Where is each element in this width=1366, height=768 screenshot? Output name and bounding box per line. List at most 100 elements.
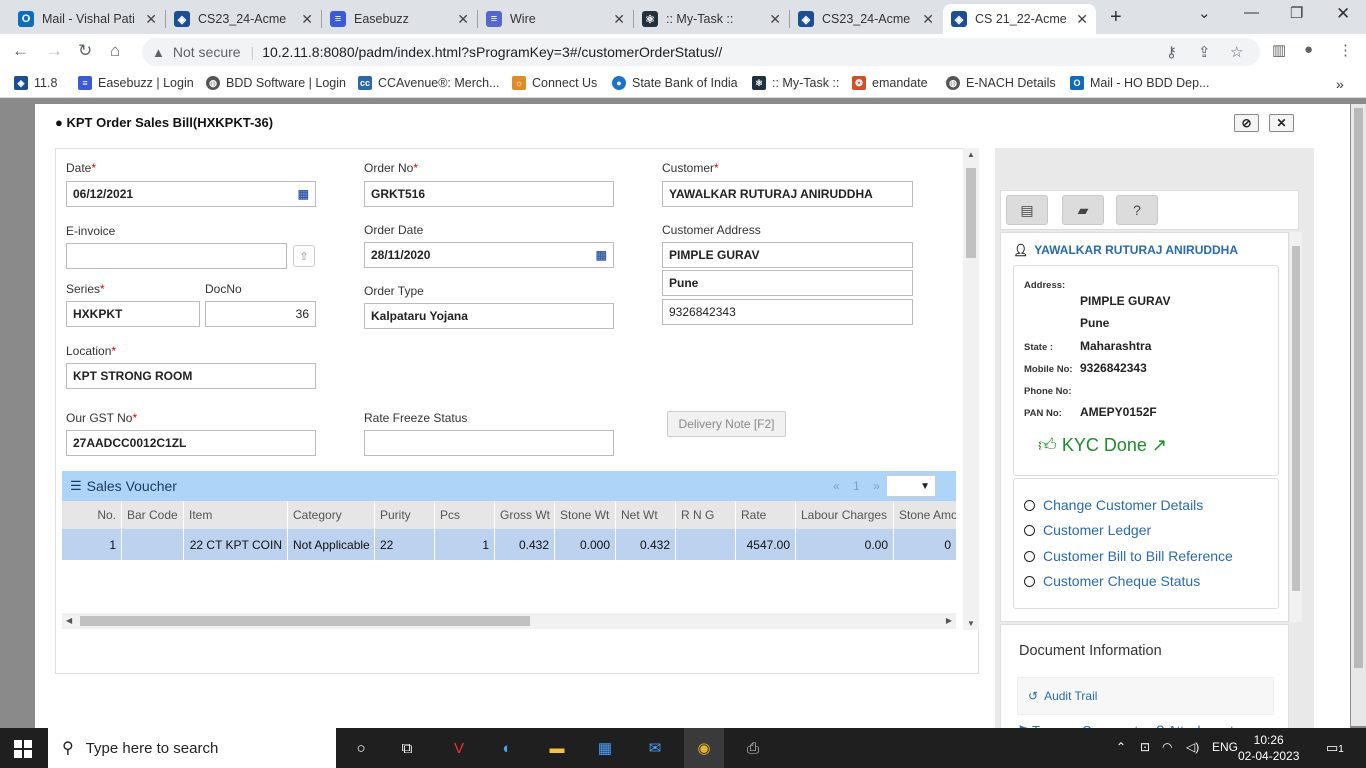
menu-dots-icon[interactable]: ⋮	[1338, 41, 1353, 59]
star-icon[interactable]: ☆	[1230, 43, 1243, 61]
language-indicator[interactable]: ENG	[1212, 740, 1238, 754]
volume-icon[interactable]: ◁)	[1186, 740, 1199, 754]
col-stone-wt[interactable]: Stone Wt	[555, 501, 616, 529]
bookmark-enach[interactable]: ◍ E-NACH Details	[946, 76, 1056, 90]
einvoice-field[interactable]	[66, 243, 287, 269]
grid-horizontal-scrollbar[interactable]: ◀ ▶	[62, 613, 956, 629]
file-explorer-icon[interactable]: ▬	[544, 736, 570, 760]
calendar-icon[interactable]: ▦	[596, 248, 607, 262]
series-field[interactable]: HXKPKT	[66, 301, 200, 327]
close-tab-icon[interactable]: ✕	[922, 11, 934, 28]
profile-icon[interactable]: ●	[1304, 41, 1313, 58]
bookmark-sbi[interactable]: ● State Bank of India	[612, 76, 738, 90]
close-modal-button[interactable]: ✕	[1269, 114, 1294, 132]
kyc-status[interactable]: 👍︎ KYC Done ↗	[1038, 434, 1167, 456]
scroll-thumb[interactable]	[966, 168, 976, 258]
browser-tab-wire[interactable]: ≡ Wire ✕	[478, 4, 633, 34]
close-tab-icon[interactable]: ✕	[1076, 11, 1088, 28]
browser-tab-cs23-b[interactable]: ◈ CS23_24-Acme Pr ✕	[790, 4, 942, 34]
bill-to-bill-link[interactable]: Customer Bill to Bill Reference	[1024, 548, 1233, 564]
docno-field[interactable]: 36	[205, 301, 316, 327]
rate-freeze-field[interactable]	[364, 430, 614, 456]
bookmark-emandate[interactable]: ❂ emandate	[852, 76, 928, 90]
scroll-left-icon[interactable]: ◀	[66, 616, 72, 625]
notification-icon[interactable]: ▭1	[1326, 740, 1344, 756]
col-labour-charges[interactable]: Labour Charges	[796, 501, 894, 529]
tally-icon[interactable]: V	[446, 736, 472, 760]
upload-icon[interactable]: ⇧	[293, 245, 315, 267]
list-view-button[interactable]: ▤	[1006, 195, 1048, 225]
scroll-down-icon[interactable]: ▼	[967, 619, 975, 628]
scroll-thumb[interactable]	[1354, 108, 1363, 668]
more-bookmarks-icon[interactable]: »	[1336, 76, 1344, 92]
address-line2-field[interactable]: Pune	[662, 270, 913, 296]
location-field[interactable]: KPT STRONG ROOM	[66, 363, 316, 389]
sidebar-icon[interactable]: ▥	[1272, 41, 1286, 59]
windows-start-icon[interactable]	[14, 740, 32, 758]
bookmark-my-task[interactable]: ⚛:: My-Task ::	[752, 76, 839, 90]
address-line1-field[interactable]: PIMPLE GURAV	[662, 242, 913, 268]
customer-ledger-link[interactable]: Customer Ledger	[1024, 522, 1151, 538]
order-type-field[interactable]: Kalpataru Yojana	[364, 303, 614, 329]
page-scrollbar[interactable]	[1351, 104, 1366, 726]
bookmark-connect-us[interactable]: ☼ Connect Us	[512, 76, 597, 90]
app-icon[interactable]: ⎙	[740, 736, 766, 760]
col-stone-amount[interactable]: Stone Amo	[894, 501, 956, 529]
cheque-status-link[interactable]: Customer Cheque Status	[1024, 573, 1200, 589]
table-row[interactable]: 1 22 CT KPT COIN Not Applicable 22 1 0.4…	[62, 529, 956, 560]
reload-icon[interactable]: ↻	[78, 41, 92, 61]
col-net-wt[interactable]: Net Wt	[616, 501, 676, 529]
new-tab-icon[interactable]: +	[1110, 6, 1122, 29]
pager-prev[interactable]: «	[833, 479, 840, 493]
home-icon[interactable]: ⌂	[110, 41, 120, 61]
close-tab-icon[interactable]: ✕	[457, 11, 469, 28]
task-view-icon[interactable]: ⧉	[394, 736, 420, 760]
key-icon[interactable]: ⚷	[1166, 43, 1177, 61]
order-date-field[interactable]: 28/11/2020 ▦	[364, 242, 614, 268]
date-field[interactable]: 06/12/2021 ▦	[66, 181, 316, 207]
calendar-icon[interactable]: ▦	[298, 187, 309, 201]
minimize-icon[interactable]: —	[1244, 4, 1259, 21]
network-icon[interactable]: ⊡	[1140, 740, 1150, 754]
bookmark-mail-ho[interactable]: O Mail - HO BDD Dep...	[1070, 76, 1209, 90]
pager-next[interactable]: »	[873, 479, 880, 493]
address-line3-field[interactable]: 9326842343	[662, 299, 913, 325]
store-icon[interactable]: ▦	[592, 736, 618, 760]
back-icon[interactable]: ←	[12, 41, 29, 61]
restore-icon[interactable]: ❐	[1290, 4, 1303, 22]
browser-tab-my-task[interactable]: ⚛ :: My-Task :: ✕	[634, 4, 789, 34]
close-tab-icon[interactable]: ✕	[301, 11, 313, 28]
change-customer-details-link[interactable]: Change Customer Details	[1024, 497, 1203, 513]
address-bar[interactable]: ▲ Not secure | 10.2.11.8:8080/padm/index…	[142, 38, 1260, 66]
scroll-thumb[interactable]	[80, 616, 530, 626]
wifi-icon[interactable]: ◠	[1162, 740, 1172, 754]
chrome-icon[interactable]: ◉	[684, 728, 724, 768]
close-tab-icon[interactable]: ✕	[769, 11, 781, 28]
edge-icon[interactable]: ◐	[494, 736, 520, 760]
scroll-up-icon[interactable]: ▲	[967, 150, 975, 159]
hide-button[interactable]: ⊘	[1234, 114, 1259, 132]
col-item[interactable]: Item	[184, 501, 288, 529]
gst-field[interactable]: 27AADCC0012C1ZL	[66, 430, 316, 456]
col-no[interactable]: No.	[62, 501, 122, 529]
close-window-icon[interactable]: ✕	[1336, 4, 1350, 24]
audit-trail-link[interactable]: ↺ Audit Trail	[1017, 677, 1274, 715]
scroll-right-icon[interactable]: ▶	[946, 616, 952, 625]
forward-icon[interactable]: →	[46, 41, 63, 61]
order-no-field[interactable]: GRKT516	[364, 181, 614, 207]
tab-search-chevron-icon[interactable]: ⌄	[1198, 4, 1211, 22]
col-category[interactable]: Category	[288, 501, 375, 529]
mail-icon[interactable]: ✉	[642, 736, 668, 760]
customer-field[interactable]: YAWALKAR RUTURAJ ANIRUDDHA	[662, 181, 913, 207]
browser-tab-cs21-active[interactable]: ◈ CS 21_22-Acme P ✕	[943, 4, 1096, 34]
cortana-icon[interactable]: ○	[348, 736, 374, 760]
book-button[interactable]: ▰	[1062, 195, 1104, 225]
col-bar-code[interactable]: Bar Code	[122, 501, 184, 529]
panel-scrollbar[interactable]	[1290, 232, 1302, 622]
col-rate[interactable]: Rate	[736, 501, 796, 529]
form-vertical-scrollbar[interactable]: ▲ ▼	[963, 148, 979, 630]
col-pcs[interactable]: Pcs	[435, 501, 495, 529]
delivery-note-button[interactable]: Delivery Note [F2]	[667, 411, 786, 437]
clock[interactable]: 10:26 02-04-2023	[1238, 732, 1299, 764]
bookmark-bdd[interactable]: ◍ BDD Software | Login	[206, 76, 346, 90]
